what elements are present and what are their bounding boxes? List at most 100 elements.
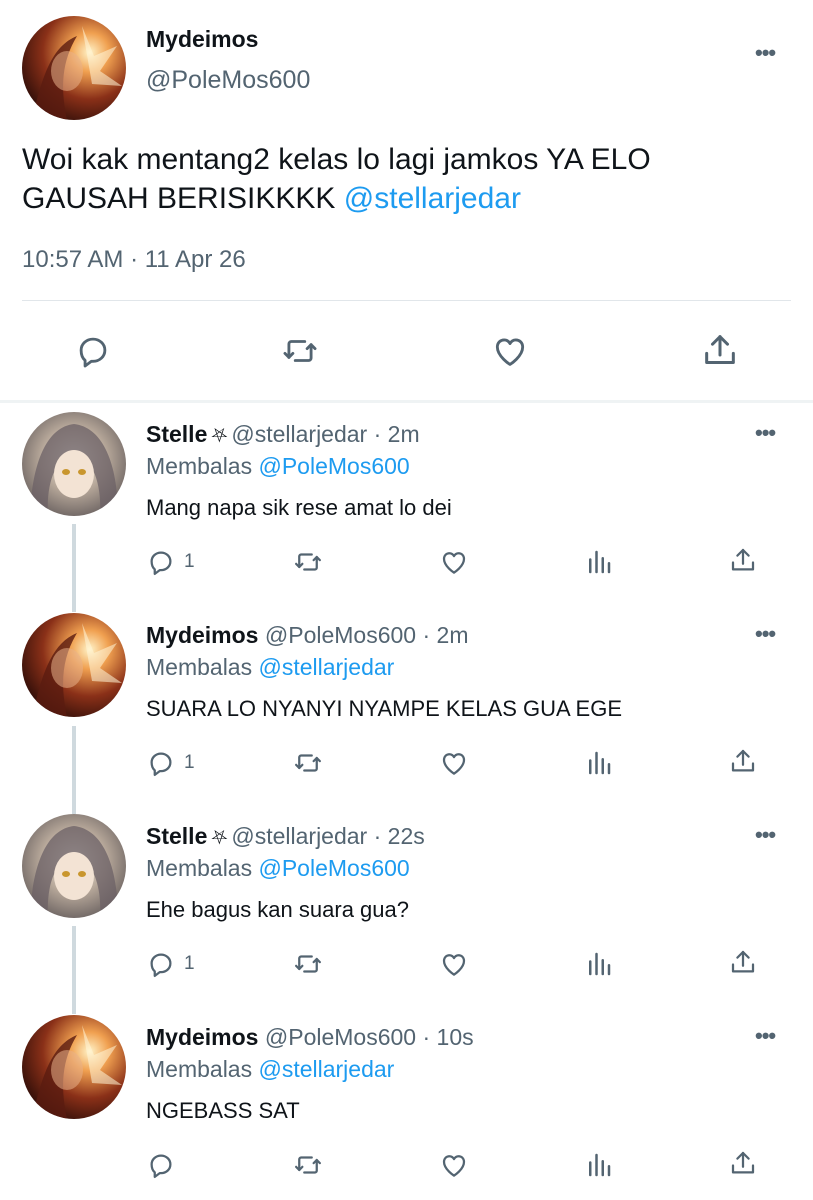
share-icon [731,749,755,772]
replying-to-mention[interactable]: @stellarjedar [258,654,394,680]
more-icon[interactable]: ••• [755,822,776,848]
retweet-button[interactable] [292,949,324,979]
reply-avatar[interactable] [22,613,126,717]
reply-time[interactable]: · 22s [374,823,425,849]
retweet-button[interactable] [292,1150,324,1180]
tweet-text: Woi kak mentang2 kelas lo lagi jamkos YA… [22,140,782,218]
like-icon [495,338,525,366]
thread-line [72,726,76,814]
reply-button[interactable] [74,332,112,370]
more-icon[interactable]: ••• [755,40,776,66]
reply-icon [150,752,172,776]
replying-to: Membalas @PoleMos600 [146,453,410,480]
reply-author-handle[interactable]: @PoleMos600 [265,1024,416,1050]
retweet-icon [295,754,321,772]
reply-icon [150,551,172,575]
share-icon [731,1151,755,1174]
more-icon[interactable]: ••• [755,621,776,647]
replying-to-label: Membalas [146,1056,259,1082]
replying-to-label: Membalas [146,654,259,680]
views-icon [589,751,611,775]
share-icon [731,548,755,571]
views-button[interactable] [584,949,614,979]
reply-author-name[interactable]: Mydeimos [146,1024,258,1050]
like-icon [442,1155,466,1177]
tweet-mention-link[interactable]: @stellarjedar [344,182,521,215]
reply-header: Stelle ⛧ @stellarjedar · 2m [146,421,420,448]
divider [22,300,791,301]
reply-author-name[interactable]: Stelle [146,421,207,447]
retweet-icon [295,955,321,973]
reply-author-name[interactable]: Stelle [146,823,207,849]
reply-avatar[interactable] [22,814,126,918]
reply-author-name[interactable]: Mydeimos [146,622,258,648]
reply-time[interactable]: · 10s [422,1024,473,1050]
reply-avatar[interactable] [22,1015,126,1119]
thread-line [72,524,76,612]
reply-count: 1 [184,752,195,773]
replying-to-mention[interactable]: @stellarjedar [258,1056,394,1082]
like-button[interactable] [438,949,470,979]
views-button[interactable] [584,748,614,778]
replying-to: Membalas @stellarjedar [146,654,394,681]
author-handle[interactable]: @PoleMos600 [146,66,310,95]
replying-to: Membalas @PoleMos600 [146,855,410,882]
reply-icon [79,337,107,368]
replying-to-mention[interactable]: @PoleMos600 [258,453,409,479]
like-button[interactable] [438,748,470,778]
pentagram-badge-icon: ⛧ [211,827,228,849]
like-button[interactable] [438,547,470,577]
reply-count: 1 [184,953,195,974]
tweet-body: Woi kak mentang2 kelas lo lagi jamkos YA… [22,143,651,215]
reply-button[interactable]: 1 [146,748,195,778]
retweet-button[interactable] [292,547,324,577]
more-icon[interactable]: ••• [755,1023,776,1049]
reply-header: Mydeimos @PoleMos600 · 2m [146,622,468,649]
views-icon [589,952,611,976]
reply-button[interactable]: 1 [146,547,195,577]
reply-avatar[interactable] [22,412,126,516]
like-icon [442,753,466,775]
reply-text: NGEBASS SAT [146,1098,300,1123]
views-button[interactable] [584,547,614,577]
like-icon [442,552,466,574]
reply-text: SUARA LO NYANYI NYAMPE KELAS GUA EGE [146,696,623,721]
reply-text: Ehe bagus kan suara gua? [146,897,409,922]
tweet-timestamp[interactable]: 10:57 AM · 11 Apr 26 [22,246,246,274]
retweet-button[interactable] [292,748,324,778]
reply-author-handle[interactable]: @stellarjedar [231,421,367,447]
share-button[interactable] [728,746,758,776]
retweet-icon [295,553,321,571]
reply-author-handle[interactable]: @PoleMos600 [265,622,416,648]
replying-to-mention[interactable]: @PoleMos600 [258,855,409,881]
like-button[interactable] [490,332,530,370]
views-icon [589,1153,611,1177]
share-button[interactable] [728,1148,758,1178]
retweet-button[interactable] [280,332,320,370]
replying-to-label: Membalas [146,453,259,479]
like-icon [442,954,466,976]
share-icon [731,950,755,973]
author-name[interactable]: Mydeimos [146,26,258,53]
share-button[interactable] [728,947,758,977]
views-button[interactable] [584,1150,614,1180]
author-avatar[interactable] [22,16,126,120]
reply-count: 1 [184,551,195,572]
share-button[interactable] [728,545,758,575]
reply-text: Mang napa sik rese amat lo dei [146,495,452,520]
reply-time[interactable]: · 2m [422,622,468,648]
reply-time[interactable]: · 2m [374,421,420,447]
retweet-icon [295,1156,321,1174]
share-icon [705,335,735,364]
like-button[interactable] [438,1150,470,1180]
share-button[interactable] [700,330,740,370]
reply-author-handle[interactable]: @stellarjedar [231,823,367,849]
views-icon [589,550,611,574]
reply-button[interactable] [146,1150,184,1180]
more-icon[interactable]: ••• [755,420,776,446]
section-divider [0,400,813,403]
pentagram-badge-icon: ⛧ [211,425,228,447]
replying-to-label: Membalas [146,855,259,881]
retweet-icon [283,340,317,362]
reply-button[interactable]: 1 [146,949,195,979]
